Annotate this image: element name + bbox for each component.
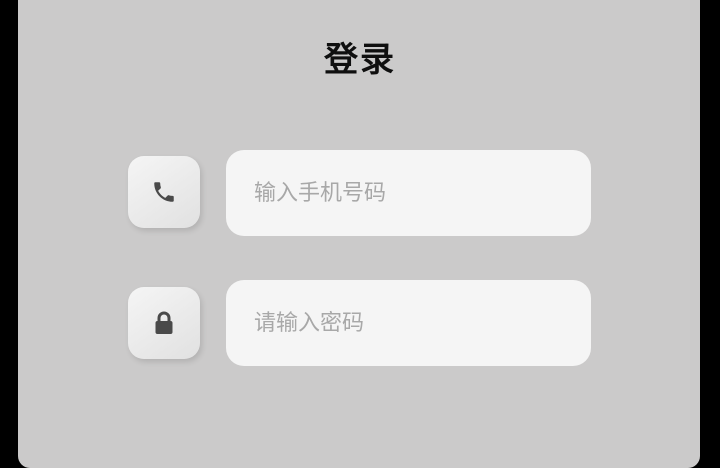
lock-icon-box — [128, 287, 200, 359]
password-input[interactable] — [226, 280, 591, 366]
lock-icon — [152, 310, 176, 336]
phone-icon — [151, 179, 177, 205]
page-title: 登录 — [324, 40, 396, 80]
phone-input[interactable] — [226, 150, 591, 236]
phone-icon-box — [128, 156, 200, 228]
